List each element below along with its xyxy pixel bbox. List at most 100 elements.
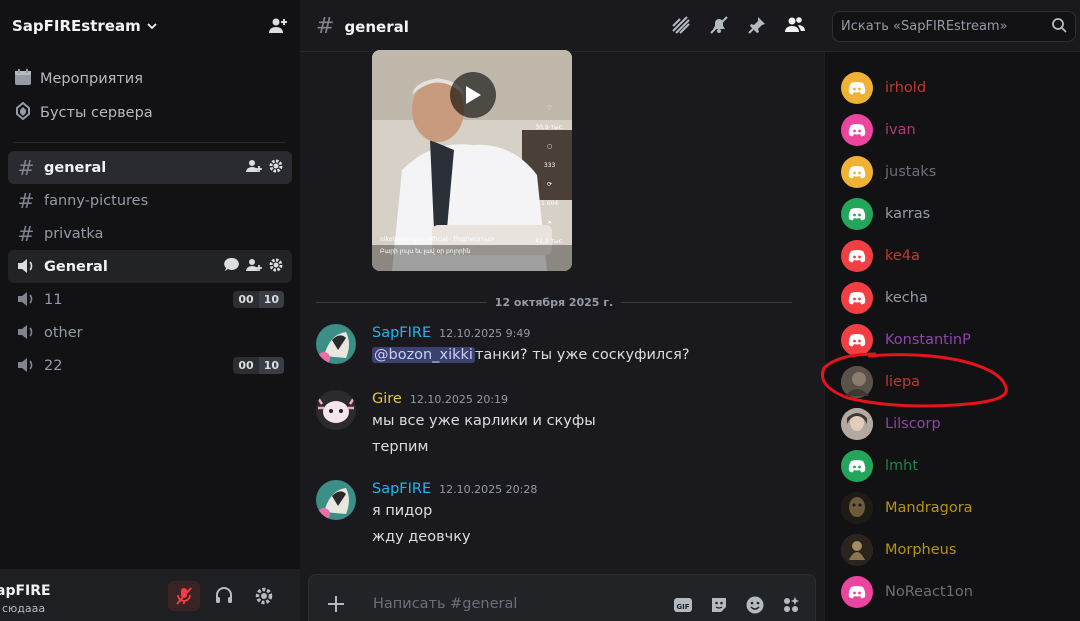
message-timestamp: 12.10.2025 9:49 [439, 327, 531, 340]
message-text: мы все уже карлики и скуфы [372, 413, 596, 429]
hash-icon: # [316, 14, 335, 39]
invite-icon[interactable] [246, 158, 262, 178]
member-karras[interactable]: karras [841, 193, 930, 235]
emoji-icon[interactable] [745, 595, 765, 619]
gear-icon[interactable] [268, 158, 284, 178]
member-name: lmht [885, 458, 919, 474]
member-irhold[interactable]: irhold [841, 67, 926, 109]
message-text: жду деовчку [372, 529, 471, 545]
invite-icon[interactable] [246, 257, 262, 277]
voice-channel-other[interactable]: other [8, 316, 292, 349]
channel-label: 11 [44, 291, 63, 308]
message: SapFIRE 12.10.2025 9:49 @bozon_xikki танк… [316, 324, 796, 374]
svg-text:GIF: GIF [676, 603, 689, 611]
user-status: сюдааа [2, 602, 46, 615]
member-name: irhold [885, 80, 927, 96]
channel-label: General [44, 258, 108, 275]
member-ivan[interactable]: ivan [841, 109, 916, 151]
channel-title: general [344, 17, 409, 36]
member-noreact1on[interactable]: NoReact1on [841, 571, 973, 613]
video-author: nikolpashinyan_official · Подписаться [380, 236, 495, 243]
avatar[interactable] [316, 324, 356, 364]
settings-gear-icon[interactable] [248, 581, 280, 611]
add-attachment-icon[interactable] [325, 593, 347, 619]
discord-avatar-icon [841, 576, 873, 608]
calendar-icon [14, 68, 32, 90]
channel-general[interactable]: # general [8, 151, 292, 184]
message-author[interactable]: Gire [372, 391, 402, 407]
search-input[interactable]: Искать «SapFIREstream» [832, 11, 1076, 42]
reposts-count: 1 604 [541, 200, 559, 207]
message-author[interactable]: SapFIRE [372, 481, 431, 497]
user-name[interactable]: apFIRE [0, 583, 51, 599]
message-composer[interactable]: Написать #general GIF [308, 574, 816, 621]
chat-bubble-icon[interactable] [224, 257, 240, 277]
member-justaks[interactable]: justaks [841, 151, 936, 193]
user-limit-badge: 00 10 [233, 291, 284, 308]
mic-muted-icon[interactable] [168, 581, 200, 611]
apps-icon[interactable] [781, 595, 801, 619]
nav-boosts-label: Бусты сервера [40, 105, 153, 121]
sticker-icon[interactable] [709, 595, 729, 619]
channel-label: other [44, 324, 83, 341]
voice-channel-general[interactable]: General [8, 250, 292, 283]
member-list-icon[interactable] [784, 14, 806, 40]
discord-avatar-icon [841, 72, 873, 104]
voice-channel-22[interactable]: 22 00 10 [8, 349, 292, 382]
threads-icon[interactable] [670, 14, 692, 40]
hash-icon: # [17, 221, 35, 246]
avatar [841, 408, 873, 440]
comments-count: 333 [543, 162, 556, 169]
member-mandragora[interactable]: Mandragora [841, 487, 973, 529]
gif-icon[interactable]: GIF [673, 595, 693, 619]
avatar[interactable] [316, 390, 356, 430]
discord-app: SapFIREstream Мероприятия Бусты сервера [0, 0, 1080, 621]
server-header[interactable]: SapFIREstream [0, 0, 300, 52]
gear-icon[interactable] [268, 257, 284, 277]
likes-count: 30,9 тыс. [535, 124, 564, 131]
member-lmht[interactable]: lmht [841, 445, 918, 487]
member-konstantinp[interactable]: KonstantinP [841, 319, 971, 361]
nav-boosts[interactable]: Бусты сервера [0, 96, 300, 130]
boost-icon [14, 101, 32, 124]
repost-icon: ⟳ [547, 181, 553, 188]
message-text: я пидор [372, 503, 433, 519]
headphones-icon[interactable] [208, 581, 240, 611]
message: SapFIRE 12.10.2025 20:28 я пидор жду део… [316, 480, 796, 550]
shares-count: 42,3 тыс. [535, 238, 564, 245]
pin-icon[interactable] [746, 14, 768, 40]
member-liepa[interactable]: liepa [841, 361, 920, 403]
member-ke4a[interactable]: ke4a [841, 235, 920, 277]
member-morpheus[interactable]: Morpheus [841, 529, 956, 571]
member-name: liepa [885, 374, 921, 390]
message-timestamp: 12.10.2025 20:19 [409, 393, 509, 406]
video-side-actions: ♡ 30,9 тыс. ○ 333 ⟳ 1 604 ➤ 42,3 тыс. [535, 105, 564, 245]
channel-privatka[interactable]: # privatka [8, 217, 292, 250]
member-name: NoReact1on [885, 584, 973, 600]
member-name: Lilscorp [885, 416, 941, 432]
avatar [841, 366, 873, 398]
channel-label: general [44, 159, 107, 176]
member-kecha[interactable]: kecha [841, 277, 928, 319]
avatar [841, 534, 873, 566]
video-embed[interactable]: ♡ 30,9 тыс. ○ 333 ⟳ 1 604 ➤ 42,3 тыс. ni… [372, 50, 572, 271]
play-icon[interactable] [450, 72, 496, 118]
nav-events[interactable]: Мероприятия [0, 62, 300, 96]
message-author[interactable]: SapFIRE [372, 325, 431, 341]
speaker-icon [16, 288, 36, 312]
member-lilscorp[interactable]: Lilscorp [841, 403, 941, 445]
channel-fanny-pictures[interactable]: # fanny-pictures [8, 184, 292, 217]
invite-people-icon[interactable] [268, 16, 288, 36]
user-mention[interactable]: @bozon_xikki [372, 347, 475, 363]
member-name: kecha [885, 290, 928, 306]
speaker-icon [16, 354, 36, 378]
date-divider: 12 октября 2025 г. [316, 296, 793, 309]
speaker-icon [16, 321, 36, 345]
notifications-muted-icon[interactable] [708, 14, 730, 40]
avatar[interactable] [316, 480, 356, 520]
discord-avatar-icon [841, 450, 873, 482]
member-list: irhold ivan justaks karras ke4a kecha Ko… [824, 52, 1080, 621]
search-placeholder: Искать «SapFIREstream» [841, 19, 1008, 34]
voice-channel-11[interactable]: 11 00 10 [8, 283, 292, 316]
channel-label: fanny-pictures [44, 192, 149, 209]
